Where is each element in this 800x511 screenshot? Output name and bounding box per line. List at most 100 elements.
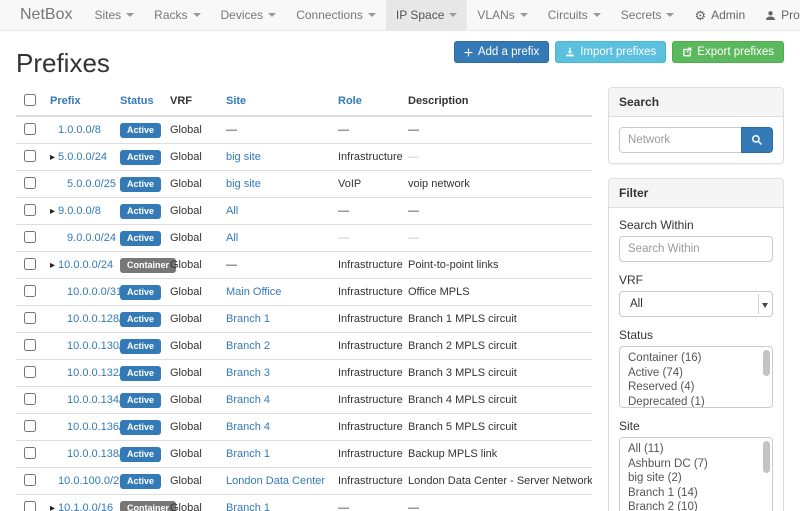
- brand-logo[interactable]: NetBox: [8, 0, 84, 30]
- prefix-link[interactable]: 5.0.0.0/24: [58, 151, 107, 163]
- site-link[interactable]: All: [226, 205, 238, 217]
- column-header-prefix[interactable]: Prefix: [50, 95, 81, 107]
- scrollbar-thumb[interactable]: [763, 350, 770, 376]
- filter-option[interactable]: big site (2): [620, 471, 758, 486]
- vrf-text: Global: [170, 259, 202, 271]
- filter-option[interactable]: Container (16): [620, 351, 758, 366]
- vrf-select[interactable]: All: [619, 291, 773, 317]
- top-navbar: NetBox SitesRacksDevicesConnectionsIP Sp…: [0, 0, 800, 31]
- role-text: Infrastructure: [338, 394, 403, 406]
- filter-panel-title: Filter: [609, 179, 783, 208]
- role-text: Infrastructure: [338, 421, 403, 433]
- column-header-site[interactable]: Site: [226, 95, 246, 107]
- export-prefixes-button[interactable]: Export prefixes: [672, 41, 784, 63]
- nav-item-admin[interactable]: ⚙ Admin: [684, 0, 755, 30]
- row-checkbox[interactable]: [24, 366, 36, 378]
- site-link[interactable]: London Data Center: [226, 475, 325, 487]
- import-prefixes-button[interactable]: Import prefixes: [555, 41, 666, 63]
- site-text: —: [226, 124, 237, 136]
- row-checkbox[interactable]: [24, 177, 36, 189]
- row-checkbox[interactable]: [24, 339, 36, 351]
- filter-option[interactable]: Reserved (4): [620, 380, 758, 395]
- site-listbox[interactable]: All (11)Ashburn DC (7)big site (2)Branch…: [619, 437, 773, 511]
- site-link[interactable]: Branch 1: [226, 448, 270, 460]
- expand-arrow-icon: ▸: [50, 260, 55, 271]
- nav-item-ip-space[interactable]: IP Space: [386, 0, 467, 30]
- column-header-status[interactable]: Status: [120, 95, 154, 107]
- nav-item-sites[interactable]: Sites: [84, 0, 144, 30]
- prefix-link[interactable]: 10.0.0.0/31: [67, 286, 122, 298]
- nav-item-profile[interactable]: Profile: [755, 0, 800, 30]
- site-link[interactable]: Branch 1: [226, 313, 270, 325]
- status-badge: Active: [120, 204, 161, 219]
- prefix-link[interactable]: 1.0.0.0/8: [58, 124, 101, 136]
- description-text: London Data Center - Server Network: [408, 475, 592, 487]
- filter-option[interactable]: Active (74): [620, 366, 758, 381]
- export-prefixes-label: Export prefixes: [697, 46, 774, 58]
- site-link[interactable]: Branch 4: [226, 421, 270, 433]
- site-link[interactable]: Branch 1: [226, 502, 270, 511]
- nav-item-secrets[interactable]: Secrets: [611, 0, 685, 30]
- search-within-input[interactable]: [619, 236, 773, 262]
- scrollbar-thumb[interactable]: [763, 441, 770, 473]
- add-prefix-button[interactable]: Add a prefix: [454, 41, 549, 63]
- site-link[interactable]: Branch 2: [226, 340, 270, 352]
- nav-item-devices[interactable]: Devices: [211, 0, 287, 30]
- site-link[interactable]: big site: [226, 178, 261, 190]
- site-link[interactable]: big site: [226, 151, 261, 163]
- row-checkbox[interactable]: [24, 447, 36, 459]
- site-link[interactable]: Branch 4: [226, 394, 270, 406]
- row-checkbox[interactable]: [24, 420, 36, 432]
- page-title: Prefixes: [16, 48, 110, 79]
- expand-arrow-icon: ▸: [50, 206, 55, 217]
- status-listbox[interactable]: Container (16)Active (74)Reserved (4)Dep…: [619, 346, 773, 408]
- site-link[interactable]: Main Office: [226, 286, 281, 298]
- nav-item-connections[interactable]: Connections: [286, 0, 386, 30]
- vrf-text: Global: [170, 394, 202, 406]
- filter-option[interactable]: Ashburn DC (7): [620, 457, 758, 472]
- depth-indent: [50, 429, 59, 430]
- description-text: Branch 1 MPLS circuit: [408, 313, 517, 325]
- row-checkbox[interactable]: [24, 285, 36, 297]
- status-badge: Active: [120, 150, 161, 165]
- description-text: —: [408, 502, 419, 511]
- prefix-link[interactable]: 10.0.100.0/24: [58, 475, 125, 487]
- prefix-link[interactable]: 9.0.0.0/24: [67, 232, 116, 244]
- row-checkbox[interactable]: [24, 204, 36, 216]
- row-checkbox[interactable]: [24, 501, 36, 511]
- filter-option[interactable]: Deprecated (1): [620, 395, 758, 409]
- table-row: ▸10.0.0.130/31ActiveGlobalBranch 2Infras…: [16, 333, 592, 360]
- prefix-link[interactable]: 10.1.0.0/16: [58, 502, 113, 511]
- search-input[interactable]: [619, 127, 741, 153]
- prefix-link[interactable]: 9.0.0.0/8: [58, 205, 101, 217]
- search-panel-title: Search: [609, 88, 783, 117]
- search-button[interactable]: [741, 127, 773, 153]
- filter-option[interactable]: Branch 1 (14): [620, 486, 758, 501]
- site-link[interactable]: All: [226, 232, 238, 244]
- nav-right: ⚙ Admin Profile Log out: [684, 0, 800, 30]
- filter-option[interactable]: Branch 2 (10): [620, 500, 758, 511]
- row-checkbox[interactable]: [24, 312, 36, 324]
- row-checkbox[interactable]: [24, 258, 36, 270]
- row-checkbox[interactable]: [24, 150, 36, 162]
- column-header-role[interactable]: Role: [338, 95, 362, 107]
- vrf-text: Global: [170, 367, 202, 379]
- status-badge: Container: [120, 501, 176, 511]
- status-badge: Active: [120, 123, 161, 138]
- row-checkbox[interactable]: [24, 231, 36, 243]
- row-checkbox[interactable]: [24, 474, 36, 486]
- table-row: ▸10.0.0.0/24ContainerGlobal—Infrastructu…: [16, 252, 592, 279]
- filter-label-vrf: VRF: [619, 273, 773, 287]
- select-all-checkbox[interactable]: [24, 94, 36, 106]
- nav-item-circuits[interactable]: Circuits: [538, 0, 611, 30]
- nav-item-vlans[interactable]: VLANs: [467, 0, 537, 30]
- prefix-link[interactable]: 10.0.0.0/24: [58, 259, 113, 271]
- row-checkbox[interactable]: [24, 123, 36, 135]
- prefix-link[interactable]: 5.0.0.0/25: [67, 178, 116, 190]
- row-checkbox[interactable]: [24, 393, 36, 405]
- site-link[interactable]: Branch 3: [226, 367, 270, 379]
- table-row: ▸10.1.0.0/16ContainerGlobalBranch 1——: [16, 495, 592, 511]
- description-text: Branch 3 MPLS circuit: [408, 367, 517, 379]
- nav-item-racks[interactable]: Racks: [144, 0, 210, 30]
- filter-option[interactable]: All (11): [620, 442, 758, 457]
